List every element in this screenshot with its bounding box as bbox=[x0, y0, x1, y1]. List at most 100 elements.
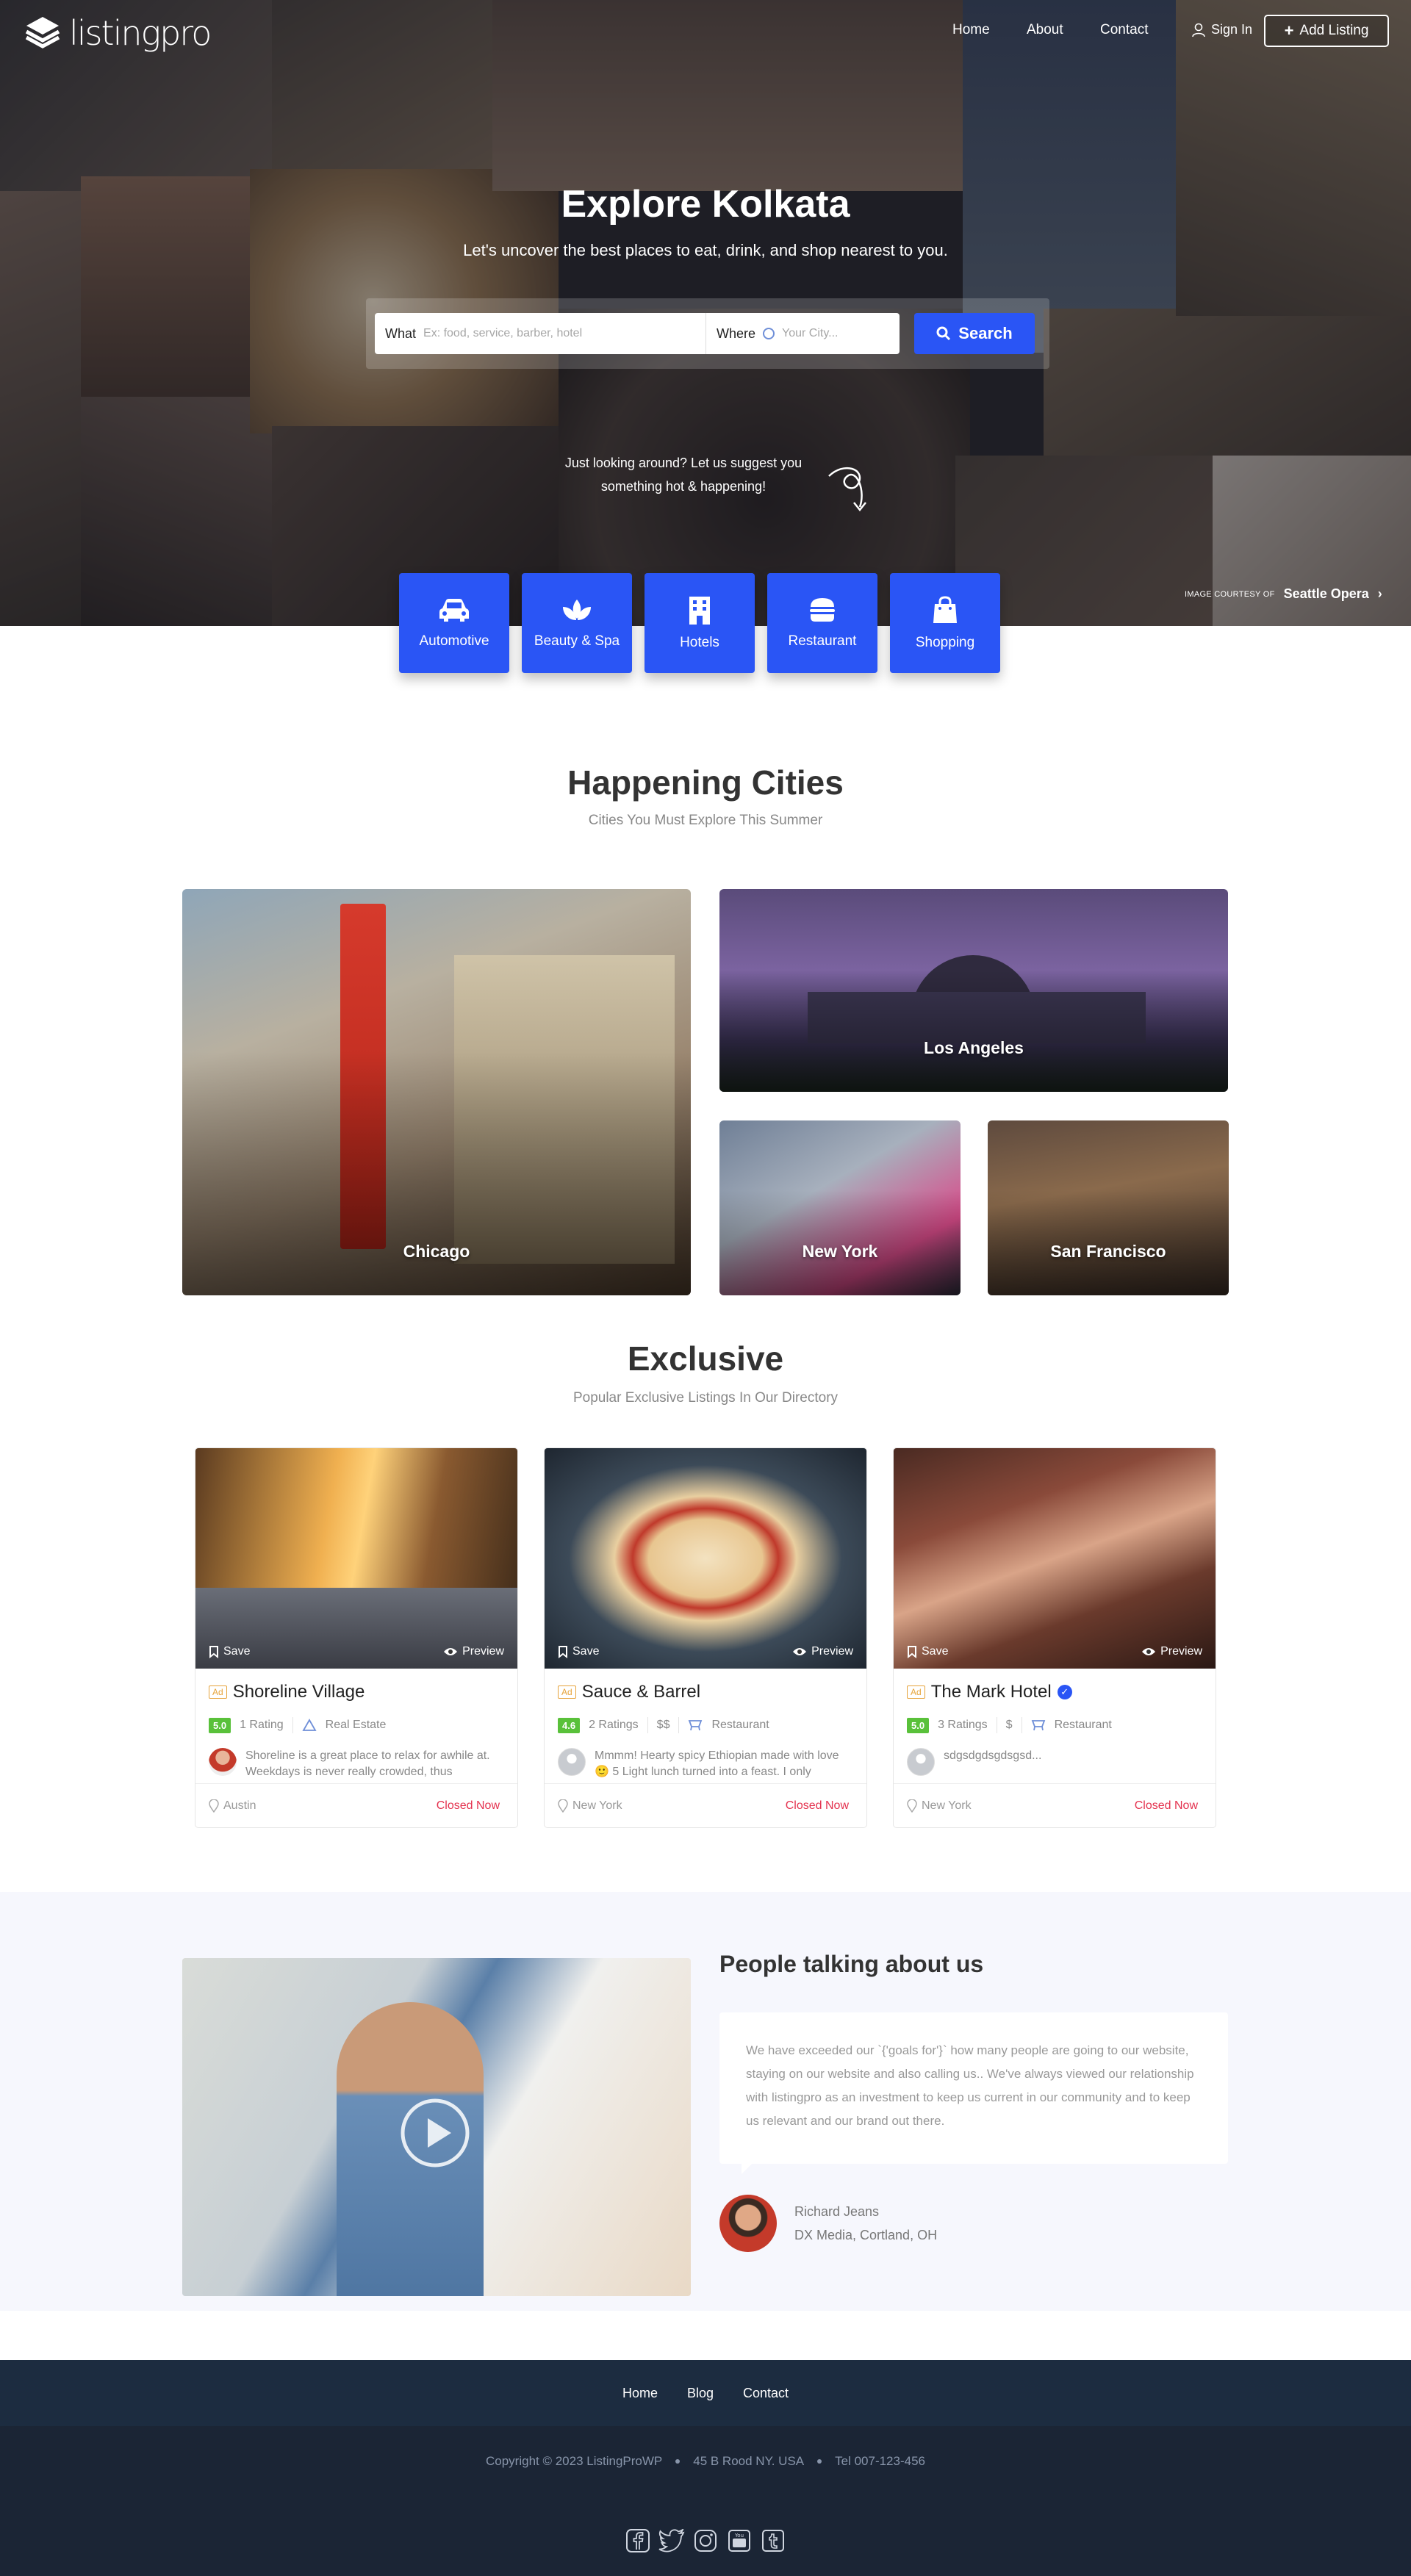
image-courtesy[interactable]: IMAGE COURTESY OF Seattle Opera › bbox=[1185, 586, 1382, 602]
nav-about[interactable]: About bbox=[1027, 22, 1063, 38]
city-name: San Francisco bbox=[1050, 1242, 1166, 1261]
search-button[interactable]: Search bbox=[914, 313, 1035, 354]
brand-logo[interactable]: listingpro bbox=[24, 13, 212, 53]
layers-logo-icon bbox=[25, 17, 60, 48]
facebook-icon[interactable] bbox=[625, 2528, 651, 2554]
building-icon bbox=[689, 597, 710, 625]
bookmark-icon bbox=[908, 1646, 916, 1658]
author-name: Richard Jeans bbox=[794, 2204, 880, 2219]
user-icon bbox=[1192, 23, 1205, 37]
review-text: sdgsdgdsgdsgsd... bbox=[944, 1749, 1042, 1762]
save-button[interactable]: Save bbox=[558, 1645, 599, 1658]
location-label: New York bbox=[922, 1799, 972, 1812]
city-card-los-angeles[interactable]: Los Angeles bbox=[719, 889, 1228, 1092]
preview-button[interactable]: Preview bbox=[1141, 1645, 1202, 1658]
play-circle-icon[interactable] bbox=[400, 2098, 470, 2168]
tumblr-icon[interactable] bbox=[760, 2528, 786, 2554]
search-what-field: What bbox=[375, 313, 706, 354]
listing-image[interactable]: Save Preview bbox=[894, 1448, 1216, 1669]
city-card-san-francisco[interactable]: San Francisco bbox=[988, 1120, 1229, 1295]
where-input[interactable] bbox=[782, 327, 893, 340]
listing-footer: New York Closed Now bbox=[894, 1783, 1216, 1827]
ad-badge: Ad bbox=[209, 1685, 227, 1699]
rating-badge: 5.0 bbox=[209, 1717, 231, 1733]
listing-location[interactable]: New York bbox=[907, 1799, 972, 1813]
add-listing-button[interactable]: + Add Listing bbox=[1264, 15, 1389, 47]
testimonial-author: Richard Jeans DX Media, Cortland, OH bbox=[719, 2195, 937, 2252]
city-name: New York bbox=[802, 1242, 878, 1261]
preview-button[interactable]: Preview bbox=[443, 1645, 504, 1658]
phone-text: Tel 007-123-456 bbox=[835, 2454, 925, 2468]
nav-contact[interactable]: Contact bbox=[1100, 22, 1148, 38]
listing-title[interactable]: The Mark Hotel bbox=[931, 1682, 1052, 1702]
category-beauty-spa[interactable]: Beauty & Spa bbox=[522, 573, 632, 673]
listing-card[interactable]: Save Preview Ad The Mark Hotel ✓ 5.0 3 R… bbox=[893, 1447, 1216, 1828]
category-tag-icon bbox=[302, 1719, 317, 1731]
footer-navigation: Home Blog Contact bbox=[0, 2360, 1411, 2426]
map-pin-icon bbox=[558, 1799, 568, 1813]
eye-icon bbox=[1142, 1648, 1156, 1655]
divider bbox=[678, 1717, 680, 1733]
rating-badge: 5.0 bbox=[907, 1717, 930, 1733]
rating-badge: 4.6 bbox=[558, 1717, 581, 1733]
listing-review: Shoreline is a great place to relax for … bbox=[209, 1748, 503, 1780]
suggest-line-2: something hot & happening! bbox=[600, 479, 766, 494]
review-text: Shoreline is a great place to relax for … bbox=[245, 1749, 490, 1778]
listing-title[interactable]: Shoreline Village bbox=[233, 1682, 365, 1702]
burger-icon bbox=[810, 598, 835, 622]
category-label: Restaurant bbox=[788, 633, 857, 649]
bookmark-icon bbox=[209, 1646, 218, 1658]
category-shopping[interactable]: Shopping bbox=[890, 573, 1000, 673]
instagram-icon[interactable] bbox=[692, 2528, 719, 2554]
save-button[interactable]: Save bbox=[907, 1645, 948, 1658]
chevron-right-icon: › bbox=[1377, 586, 1382, 601]
city-card-new-york[interactable]: New York bbox=[719, 1120, 961, 1295]
price-range: $ bbox=[1005, 1719, 1013, 1731]
dot-separator bbox=[817, 2459, 822, 2464]
footer-link-contact[interactable]: Contact bbox=[743, 2386, 789, 2401]
hero-subtitle: Let's uncover the best places to eat, dr… bbox=[463, 241, 948, 259]
verified-check-icon: ✓ bbox=[1057, 1685, 1072, 1699]
bookmark-icon bbox=[559, 1646, 567, 1658]
eye-icon bbox=[444, 1648, 458, 1655]
social-links: You bbox=[0, 2528, 1411, 2554]
lotus-icon bbox=[563, 600, 591, 620]
category-hotels[interactable]: Hotels bbox=[645, 573, 755, 673]
category-restaurant[interactable]: Restaurant bbox=[767, 573, 877, 673]
nav-home[interactable]: Home bbox=[952, 22, 990, 38]
what-input[interactable] bbox=[423, 327, 659, 340]
rating-count: 1 Rating bbox=[240, 1719, 284, 1731]
sign-in-link[interactable]: Sign In bbox=[1192, 22, 1252, 37]
listing-category[interactable]: Real Estate bbox=[326, 1719, 387, 1732]
listing-image[interactable]: Save Preview bbox=[545, 1448, 866, 1669]
city-card-chicago[interactable]: Chicago bbox=[182, 889, 691, 1295]
listing-card[interactable]: Save Preview Ad Sauce & Barrel 4.6 2 Rat… bbox=[544, 1447, 867, 1828]
listing-category[interactable]: Restaurant bbox=[1055, 1719, 1112, 1732]
courtesy-name: Seattle Opera bbox=[1283, 586, 1369, 601]
footer-link-home[interactable]: Home bbox=[622, 2386, 658, 2401]
listing-category[interactable]: Restaurant bbox=[711, 1719, 769, 1732]
listing-location[interactable]: New York bbox=[558, 1799, 622, 1813]
save-button[interactable]: Save bbox=[209, 1645, 250, 1658]
open-status: Closed Now bbox=[785, 1799, 849, 1812]
footer-bottom: Copyright © 2023 ListingProWP 45 B Rood … bbox=[0, 2426, 1411, 2576]
twitter-icon[interactable] bbox=[658, 2528, 685, 2554]
testimonial-video[interactable] bbox=[182, 1958, 691, 2296]
car-icon bbox=[439, 599, 469, 622]
search-button-label: Search bbox=[958, 324, 1013, 342]
open-status: Closed Now bbox=[1134, 1799, 1198, 1812]
eye-icon bbox=[793, 1648, 807, 1655]
footer-link-blog[interactable]: Blog bbox=[687, 2386, 714, 2401]
location-target-icon bbox=[763, 328, 775, 339]
listing-location[interactable]: Austin bbox=[209, 1799, 256, 1813]
listing-image[interactable]: Save Preview bbox=[195, 1448, 517, 1669]
courtesy-label: IMAGE COURTESY OF bbox=[1185, 589, 1275, 599]
exclusive-section-title: Exclusive bbox=[627, 1339, 784, 1378]
youtube-icon[interactable]: You bbox=[726, 2528, 753, 2554]
preview-button[interactable]: Preview bbox=[792, 1645, 853, 1658]
listing-title[interactable]: Sauce & Barrel bbox=[582, 1682, 700, 1702]
review-text: Mmmm! Hearty spicy Ethiopian made with l… bbox=[595, 1749, 839, 1778]
save-label: Save bbox=[572, 1645, 600, 1658]
listing-card[interactable]: Save Preview Ad Shoreline Village 5.0 1 … bbox=[195, 1447, 518, 1828]
category-automotive[interactable]: Automotive bbox=[399, 573, 509, 673]
